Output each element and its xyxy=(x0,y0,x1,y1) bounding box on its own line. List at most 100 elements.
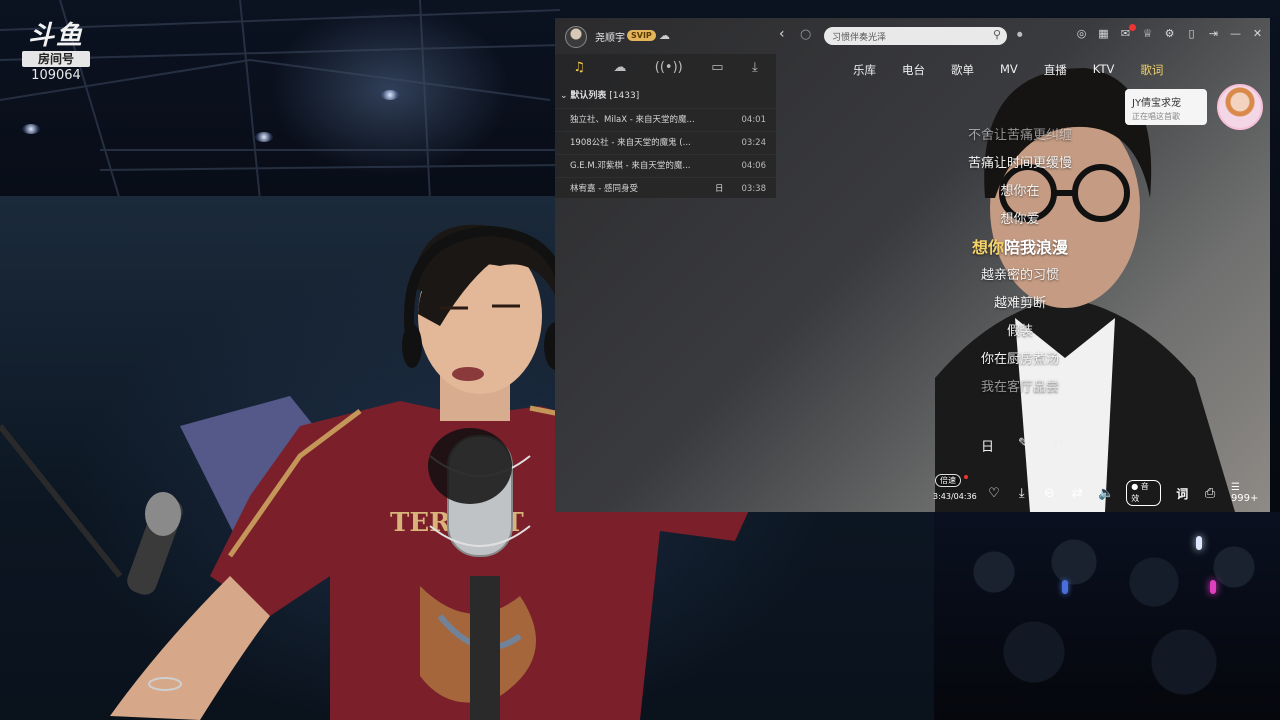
lyrics-panel: 不舍让苦痛更纠缠 苦痛让时间更缓慢 想你在 想你爱 想你陪我浪漫 越亲密的习惯 … xyxy=(935,122,1105,402)
queue-count: 999+ xyxy=(1230,493,1259,504)
lyric-line: 想你爱 xyxy=(1000,212,1040,227)
chat-line-1: JY倩宝求宠 xyxy=(1132,98,1182,109)
room-label: 房间号 xyxy=(22,51,90,67)
title-bar: 尧顺宇 SVIP ☁ ‹ ○ 习惯伴奏光泽 ⚲ ⏺ ◎ ▦ ✉ ♕ ⚙ ▯ ⇥ … xyxy=(555,18,1270,54)
minimize-icon[interactable]: — xyxy=(1229,27,1242,40)
heart-icon[interactable]: ♡ xyxy=(987,486,1001,501)
user-avatar[interactable] xyxy=(565,26,587,48)
track-name: 1908公社 - 来自天堂的魔鬼 (... xyxy=(570,138,691,148)
audience-background xyxy=(934,512,1280,720)
track-name: 独立社、MilaX - 来自天堂的魔... xyxy=(570,115,695,125)
menu-item-library[interactable]: 乐库 xyxy=(853,62,876,78)
track-name: 林宥嘉 - 感同身受 xyxy=(570,184,638,194)
close-icon[interactable]: ✕ xyxy=(1251,27,1264,40)
settings-icon[interactable]: ⚙ xyxy=(1163,27,1176,40)
current-lyric-line: 想你陪我浪漫 xyxy=(935,234,1105,262)
speed-button[interactable]: 倍速 xyxy=(935,474,961,487)
volume-icon[interactable]: 🔈 xyxy=(1098,486,1114,501)
track-row[interactable]: 林宥嘉 - 感同身受 日 03:38 xyxy=(555,177,776,200)
chat-line-2: 正在唱这首歌 xyxy=(1132,112,1180,121)
playlist-sidebar: ♫ ☁ ((•)) ▭ ⤓ ⌄ 默认列表 [1433] 独立社、MilaX - … xyxy=(555,54,776,198)
search-icon[interactable]: ⚲ xyxy=(993,28,1001,41)
voice-search-icon[interactable]: ⏺ xyxy=(1017,28,1023,42)
playlist-header[interactable]: ⌄ 默认列表 [1433] xyxy=(555,82,776,108)
menu-item-radio[interactable]: 电台 xyxy=(902,62,925,78)
mini-mode-icon[interactable]: ▯ xyxy=(1185,27,1198,40)
search-query: 习惯伴奏光泽 xyxy=(832,33,887,43)
lyric-edit-icon[interactable]: ✎ xyxy=(1018,436,1029,455)
lyric-share-icon[interactable]: ⇄ xyxy=(1053,436,1064,455)
lyric-line: 越亲密的习惯 xyxy=(980,268,1059,283)
menu-item-mv[interactable]: MV xyxy=(1000,62,1018,78)
track-duration: 04:01 xyxy=(741,115,767,125)
sound-effect-label: 音效 xyxy=(1131,482,1149,503)
music-note-icon[interactable]: ♫ xyxy=(573,60,585,82)
douyu-logo: 斗鱼 房间号 109064 xyxy=(20,22,92,83)
room-number: 109064 xyxy=(31,68,81,83)
refresh-icon[interactable]: ○ xyxy=(800,27,811,42)
grid-icon[interactable]: ▦ xyxy=(1097,27,1110,40)
cloud-icon[interactable]: ☁ xyxy=(613,60,626,82)
lyric-unsung-part: 陪我浪漫 xyxy=(1004,238,1069,257)
singer-chat-bubble[interactable]: JY倩宝求宠 正在唱这首歌 xyxy=(1125,89,1207,125)
track-row[interactable]: G.E.M.邓紫棋 - 来自天堂的魔... 04:06 xyxy=(555,154,776,177)
sound-effect-button[interactable]: ● 音效 xyxy=(1126,480,1162,506)
device-icon[interactable]: ▭ xyxy=(711,60,723,82)
stage-light xyxy=(22,124,40,134)
track-row[interactable]: 1908公社 - 来自天堂的魔鬼 (... 03:24 xyxy=(555,131,776,154)
search-input[interactable]: 习惯伴奏光泽 ⚲ xyxy=(824,27,1007,45)
track-duration: 03:38 xyxy=(741,184,767,194)
logo-mark: 斗鱼 xyxy=(27,21,84,51)
collapse-chevron-icon: ⌄ xyxy=(560,91,571,101)
lyric-tools: 日 ✎ ⇄ xyxy=(981,436,1064,455)
track-duration: 03:24 xyxy=(741,138,767,148)
track-row[interactable]: 独立社、MilaX - 来自天堂的魔... 04:01 xyxy=(555,108,776,131)
lyric-line: 想你在 xyxy=(1000,184,1040,199)
lyric-translate-icon[interactable]: 日 xyxy=(981,436,994,455)
glowstick xyxy=(1210,580,1216,594)
singer-avatar[interactable] xyxy=(1217,84,1263,130)
download-icon[interactable]: ⤓ xyxy=(752,60,758,82)
glowstick xyxy=(1062,580,1068,594)
lyric-line: 假装 xyxy=(1006,324,1033,339)
username[interactable]: 尧顺宇 xyxy=(595,29,625,44)
menu-item-lyrics[interactable]: 歌词 xyxy=(1140,62,1163,78)
menu-item-live[interactable]: 直播 xyxy=(1044,62,1067,78)
lyric-line: 我在客厅品尝 xyxy=(980,380,1059,395)
player-controls: 倍速 3:43/04:36 ♡ ⤓ ⊖ ⇄ 🔈 ● 音效 词 ⎙ ☰ 999+ xyxy=(555,468,1270,512)
download-icon[interactable]: ⤓ xyxy=(1015,486,1029,501)
comment-icon[interactable]: ⎙ xyxy=(1203,486,1217,501)
more-icon[interactable]: ⊖ xyxy=(1043,486,1057,501)
skin-icon[interactable]: ♕ xyxy=(1141,27,1154,40)
message-icon[interactable]: ✉ xyxy=(1119,24,1136,40)
svip-badge[interactable]: SVIP xyxy=(627,30,656,41)
lyrics-toggle-button[interactable]: 词 xyxy=(1175,485,1189,502)
track-mv-icon[interactable]: 日 xyxy=(715,178,724,200)
cloud-sync-icon[interactable]: ☁ xyxy=(659,29,670,42)
back-arrow-icon[interactable]: ‹ xyxy=(779,26,785,42)
lyric-line: 不舍让苦痛更纠缠 xyxy=(967,128,1072,143)
sidebar-tabs: ♫ ☁ ((•)) ▭ ⤓ xyxy=(555,54,776,82)
playlist-count: [1433] xyxy=(609,91,640,101)
lyric-line: 苦痛让时间更缓慢 xyxy=(967,156,1072,171)
lyric-sung-part: 想你 xyxy=(971,238,1004,257)
track-duration: 04:06 xyxy=(741,161,767,171)
playlist-title: 默认列表 xyxy=(570,91,607,101)
menu-item-ktv[interactable]: KTV xyxy=(1093,62,1115,78)
lyric-line: 你在厨房煮汤 xyxy=(980,352,1059,367)
switch-mode-icon[interactable]: ⇥ xyxy=(1207,27,1220,40)
control-buttons: ♡ ⤓ ⊖ ⇄ 🔈 ● 音效 词 ⎙ ☰ 999+ xyxy=(987,480,1270,506)
main-menu: 乐库 电台 歌单 MV 直播 KTV 歌词 xyxy=(853,62,1163,78)
stage-light xyxy=(381,90,399,100)
menu-item-playlists[interactable]: 歌单 xyxy=(951,62,974,78)
track-name: G.E.M.邓紫棋 - 来自天堂的魔... xyxy=(570,161,691,171)
lyric-line: 越难剪断 xyxy=(993,296,1046,311)
notification-badge xyxy=(1129,24,1136,31)
window-controls: ◎ ▦ ✉ ♕ ⚙ ▯ ⇥ — ✕ xyxy=(1075,24,1264,40)
target-icon[interactable]: ◎ xyxy=(1075,27,1088,40)
speed-badge-dot xyxy=(964,475,968,479)
radio-icon[interactable]: ((•)) xyxy=(655,60,683,82)
play-queue-button[interactable]: ☰ 999+ xyxy=(1231,482,1270,504)
stage-light xyxy=(255,132,273,142)
repeat-icon[interactable]: ⇄ xyxy=(1070,486,1084,501)
